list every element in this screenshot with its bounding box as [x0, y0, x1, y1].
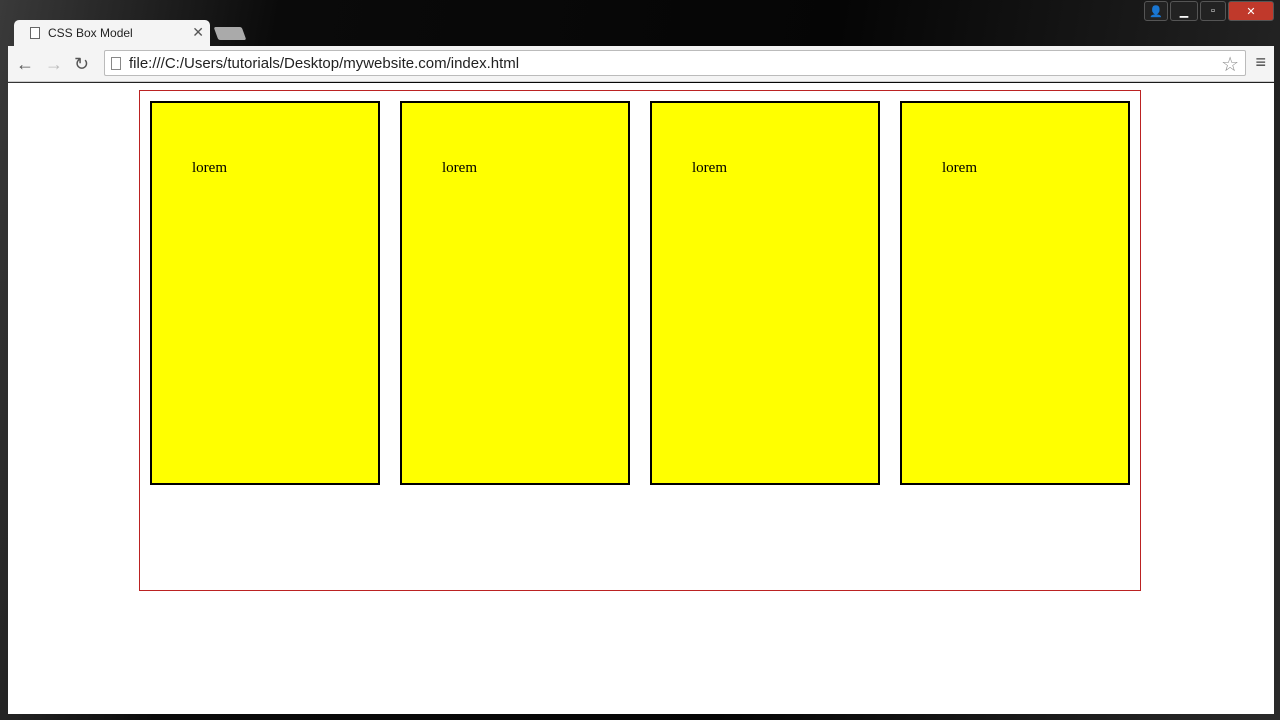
- box-text: lorem: [692, 160, 727, 176]
- page-content: lorem lorem lorem lorem: [8, 83, 1274, 714]
- box-text: lorem: [942, 160, 977, 176]
- menu-icon[interactable]: ≡: [1255, 52, 1266, 73]
- maximize-button[interactable]: ▫: [1200, 1, 1226, 21]
- bookmark-star-icon[interactable]: ☆: [1221, 52, 1239, 77]
- box: lorem: [650, 101, 880, 485]
- toolbar: ← → ↻ file:///C:/Users/tutorials/Desktop…: [8, 46, 1274, 82]
- new-tab-button[interactable]: [213, 27, 247, 40]
- minimize-button[interactable]: ▁: [1170, 1, 1198, 21]
- reload-icon[interactable]: ↻: [74, 54, 89, 75]
- page-icon: [111, 57, 121, 70]
- user-icon[interactable]: 👤: [1144, 1, 1168, 21]
- close-window-button[interactable]: ✕: [1228, 1, 1274, 21]
- page-icon: [30, 27, 40, 39]
- url-text: file:///C:/Users/tutorials/Desktop/myweb…: [129, 55, 520, 72]
- box: lorem: [400, 101, 630, 485]
- close-tab-icon[interactable]: ✕: [192, 24, 204, 41]
- back-icon[interactable]: ←: [16, 54, 34, 75]
- box: lorem: [150, 101, 380, 485]
- address-bar[interactable]: file:///C:/Users/tutorials/Desktop/myweb…: [104, 50, 1246, 76]
- box-text: lorem: [192, 160, 227, 176]
- forward-icon[interactable]: →: [45, 54, 63, 75]
- box: lorem: [900, 101, 1130, 485]
- container: lorem lorem lorem lorem: [139, 90, 1141, 591]
- tab-title: CSS Box Model: [48, 26, 133, 40]
- tab-css-box-model[interactable]: CSS Box Model ✕: [14, 20, 210, 46]
- box-text: lorem: [442, 160, 477, 176]
